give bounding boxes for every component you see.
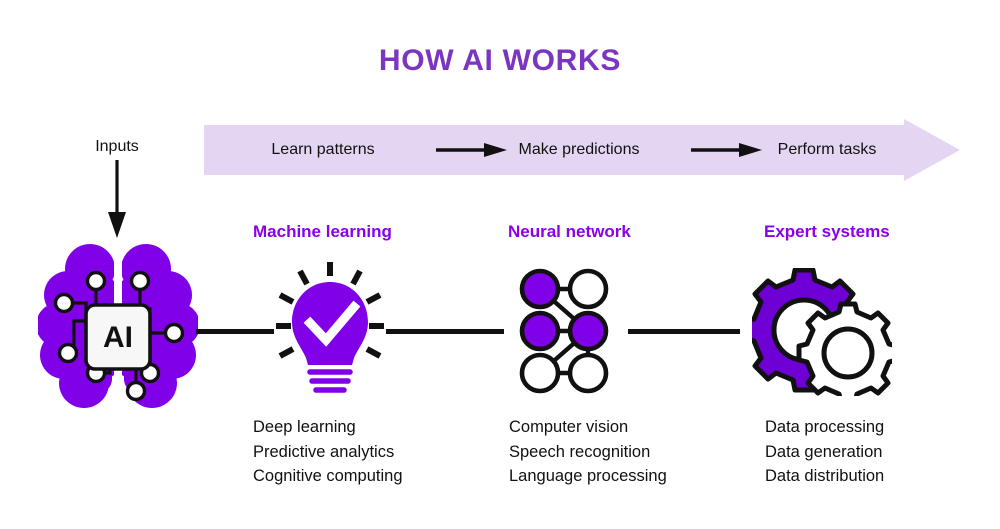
page-title: HOW AI WORKS bbox=[378, 44, 622, 77]
list-item: Computer vision bbox=[509, 418, 629, 436]
column-heading-neural-network: Neural network bbox=[508, 222, 631, 241]
feature-list-neural-network: Computer vision Speech recognition Langu… bbox=[509, 415, 667, 489]
feature-list-machine-learning: Deep learning Predictive analytics Cogni… bbox=[253, 415, 403, 489]
banner-stage-learn-patterns: Learn patterns bbox=[271, 141, 375, 158]
list-item: Deep learning bbox=[253, 418, 356, 436]
connector-line-2 bbox=[386, 329, 504, 334]
neural-network-icon bbox=[518, 268, 610, 399]
feature-list-expert-systems: Data processing Data generation Data dis… bbox=[765, 415, 884, 489]
column-heading-expert-systems: Expert systems bbox=[764, 222, 890, 241]
arrow-down-icon bbox=[92, 160, 142, 245]
chip-label: AI bbox=[103, 321, 133, 354]
connector-line-3 bbox=[628, 329, 740, 334]
gears-icon bbox=[741, 267, 900, 405]
list-item: Data generation bbox=[765, 442, 883, 461]
lightbulb-check-icon bbox=[276, 260, 384, 400]
connector-line-1 bbox=[196, 329, 274, 334]
brain-chip-icon: AI bbox=[36, 243, 200, 420]
banner-stage-make-predictions: Make predictions bbox=[518, 141, 640, 158]
banner-stage-perform-tasks: Perform tasks bbox=[777, 141, 877, 158]
list-item: Data processing bbox=[765, 418, 885, 436]
list-item: Cognitive computing bbox=[253, 467, 403, 485]
list-item: Speech recognition bbox=[509, 442, 651, 461]
process-banner: Learn patterns Make predictions Perform … bbox=[204, 119, 960, 181]
list-item: Data distribution bbox=[765, 467, 885, 485]
column-heading-machine-learning: Machine learning bbox=[253, 222, 392, 241]
inputs-label: Inputs bbox=[95, 138, 139, 155]
list-item: Predictive analytics bbox=[253, 442, 395, 461]
list-item: Language processing bbox=[509, 467, 667, 485]
